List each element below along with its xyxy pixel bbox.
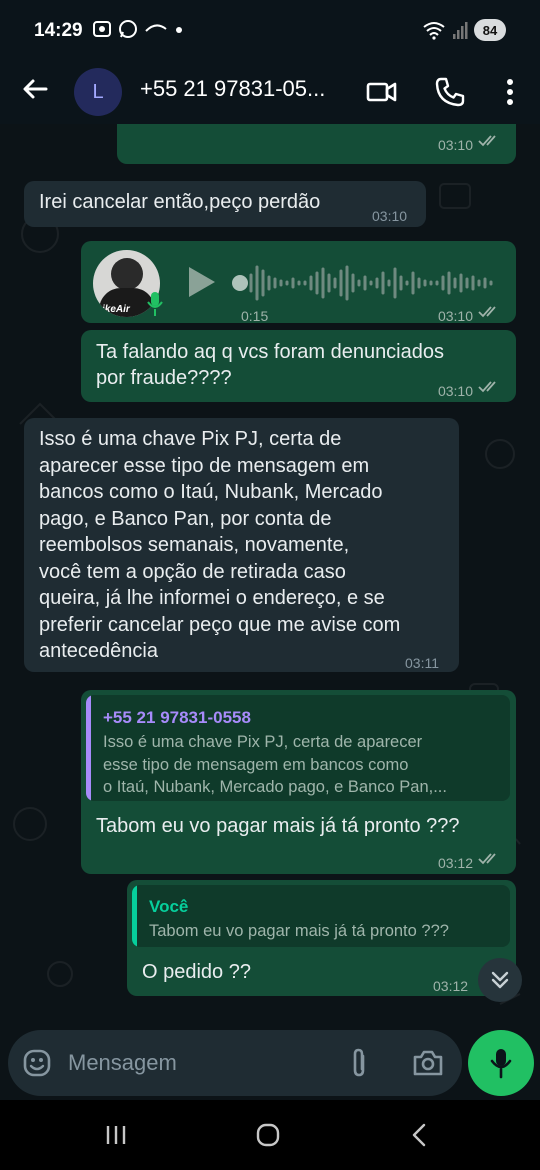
video-call-icon[interactable] [366,76,398,108]
waveform[interactable] [249,263,497,303]
voice-record-button[interactable] [468,1030,534,1096]
message-time: 03:11 [405,655,439,671]
message-text-line: Isso é uma chave Pix PJ, certa de [39,428,342,450]
message-text-line: bancos como o Itaú, Nubank, Mercado [39,481,383,503]
contact-name[interactable]: +55 21 97831-05... [140,76,325,102]
double-check-icon [478,306,496,318]
message-text-line: você tem a opção de retirada caso [39,560,346,583]
outgoing-reply-message[interactable]: +55 21 97831-0558 Isso é uma chave Pix P… [81,690,516,874]
quoted-message[interactable]: Você Tabom eu vo pagar mais já tá pronto… [132,885,510,947]
outgoing-message[interactable]: Ta falando aq q vcs foram denunciados po… [81,330,516,402]
message-text: O pedido ?? [142,961,251,983]
attach-icon[interactable] [346,1047,372,1079]
quoted-message[interactable]: +55 21 97831-0558 Isso é uma chave Pix P… [86,695,510,801]
composer [0,1030,540,1100]
chevron-double-down-icon [491,971,509,989]
double-check-icon [478,135,496,147]
voice-progress-dot[interactable] [232,275,248,291]
message-list[interactable]: 03:10 Irei cancelar então,peço perdão 03… [0,124,540,1030]
signal-icon [453,22,468,39]
message-time: 03:10 [372,208,408,224]
screenshot-icon [93,21,111,37]
camera-icon[interactable] [412,1048,444,1078]
chat-screen: 14:29 84 L +55 21 97831-05... 03:10 Irei… [0,0,540,1170]
voice-duration: 0:15 [241,308,269,324]
message-text-line: reembolsos semanais, novamente, [39,534,350,556]
message-time: 03:12 [433,978,469,994]
wifi-icon [423,22,445,40]
notification-icons [92,19,184,39]
quote-text-line: esse tipo de mensagem em bancos como [103,755,409,774]
message-input-container [8,1030,462,1096]
quote-text-line: Isso é uma chave Pix PJ, certa de aparec… [103,733,423,751]
incoming-message[interactable]: Isso é uma chave Pix PJ, certa de aparec… [24,418,459,672]
incoming-message[interactable]: Irei cancelar então,peço perdão 03:10 [24,181,426,227]
recent-apps-icon [106,1126,126,1144]
phone-icon[interactable] [434,76,466,108]
play-icon[interactable] [187,265,217,299]
voice-message[interactable]: ikeAir 0:15 03:10 [81,241,516,324]
recent-apps-button[interactable] [96,1120,136,1150]
chat-header: L +55 21 97831-05... [0,60,540,124]
message-text-line: Ta falando aq q vcs foram denunciados [96,341,444,363]
back-arrow-icon[interactable] [20,74,50,104]
home-icon [256,1123,280,1147]
system-nav-bar [0,1100,540,1170]
message-time: 03:10 [437,137,473,153]
mic-icon [490,1049,512,1079]
quote-bar [86,695,91,801]
battery-indicator: 84 [474,19,506,41]
whatsapp-icon [119,20,137,38]
message-time: 03:10 [437,308,473,324]
message-input[interactable] [68,1048,328,1078]
message-time: 03:12 [437,855,473,871]
message-text-line: queira, já lhe informei o endereço, e se [39,587,385,609]
message-text-line: aparecer esse tipo de mensagem em [39,454,370,477]
double-check-icon [478,381,496,393]
mic-icon [147,292,163,316]
home-button[interactable] [248,1120,288,1150]
avatar-caption: ikeAir [102,304,130,315]
quote-text: Tabom eu vo pagar mais já tá pronto ??? [149,922,449,940]
dot-icon [176,27,182,33]
back-button[interactable] [400,1120,440,1150]
scroll-to-bottom-button[interactable] [478,958,522,1002]
double-check-icon [478,853,496,865]
ifood-icon [145,24,167,32]
quote-author: +55 21 97831-0558 [103,708,251,727]
message-text-line: por fraude???? [96,367,232,389]
quote-text-line: o Itaú, Nubank, Mercado pago, e Banco Pa… [103,778,447,796]
status-bar: 14:29 84 [0,0,540,60]
message-text: Tabom eu vo pagar mais já tá pronto ??? [96,815,460,837]
message-text: Irei cancelar então,peço perdão [39,191,321,213]
quote-author: Você [149,897,189,916]
quote-bar [132,885,137,947]
contact-avatar[interactable]: L [74,68,122,116]
message-text-line: antecedência [39,640,158,662]
outgoing-message[interactable]: 03:10 [117,124,516,164]
nav-back-icon [412,1123,426,1147]
system-icons: 84 [422,19,506,41]
message-text-line: preferir cancelar peço que me avise com [39,613,401,636]
emoji-icon[interactable] [22,1048,52,1078]
outgoing-reply-message[interactable]: Você Tabom eu vo pagar mais já tá pronto… [127,880,516,996]
more-vert-icon[interactable] [494,76,526,108]
message-time: 03:10 [437,383,473,399]
message-text-line: pago, e Banco Pan, por conta de [39,507,332,530]
status-time: 14:29 [34,20,83,41]
